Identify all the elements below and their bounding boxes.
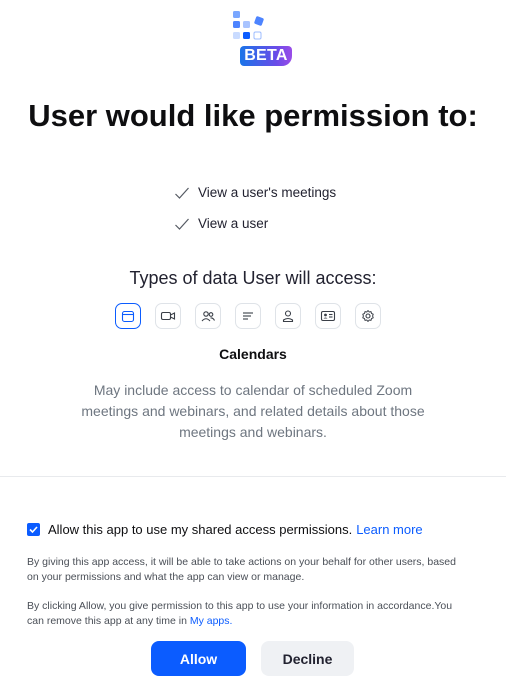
- calendar-icon: [121, 310, 135, 323]
- data-type-text[interactable]: [235, 303, 261, 329]
- data-types-title: Types of data User will access:: [129, 268, 377, 288]
- permission-item: View a user: [174, 216, 268, 231]
- id-card-icon: [320, 310, 336, 322]
- data-type-meetings[interactable]: [155, 303, 181, 329]
- my-apps-link[interactable]: My apps.: [190, 615, 233, 627]
- shared-access-checkbox-label: Allow this app to use my shared access p…: [48, 522, 353, 537]
- checkmark-icon: [29, 526, 38, 534]
- beta-badge: BETA: [240, 46, 292, 66]
- allow-note: By clicking Allow, you give permission t…: [27, 599, 467, 629]
- user-icon: [282, 310, 294, 323]
- contacts-icon: [201, 311, 215, 322]
- data-type-contacts[interactable]: [195, 303, 221, 329]
- data-type-user[interactable]: [275, 303, 301, 329]
- permission-label: View a user's meetings: [198, 185, 337, 200]
- permission-label: View a user: [198, 216, 269, 231]
- data-type-settings[interactable]: [355, 303, 381, 329]
- shared-access-checkbox[interactable]: [27, 523, 40, 536]
- allow-note-text: By clicking Allow, you give permission t…: [27, 600, 453, 627]
- text-lines-icon: [243, 312, 253, 320]
- selected-data-type-title: Calendars: [219, 346, 287, 362]
- check-icon: [175, 218, 189, 230]
- allow-button[interactable]: Allow: [151, 641, 246, 676]
- settings-gear-icon: [362, 310, 374, 322]
- check-icon: [175, 187, 189, 199]
- divider: [0, 476, 506, 477]
- learn-more-link[interactable]: Learn more: [356, 522, 422, 537]
- data-type-calendars[interactable]: [115, 303, 141, 329]
- app-logo-mark-icon: [233, 11, 264, 40]
- shared-access-consent: Allow this app to use my shared access p…: [27, 522, 423, 537]
- access-note: By giving this app access, it will be ab…: [27, 556, 456, 583]
- data-type-profile[interactable]: [315, 303, 341, 329]
- page-title: User would like permission to:: [28, 98, 478, 133]
- data-type-icons: [115, 303, 381, 329]
- decline-button[interactable]: Decline: [261, 641, 354, 676]
- video-camera-icon: [160, 311, 176, 321]
- selected-data-type-description: May include access to calendar of schedu…: [81, 382, 425, 440]
- permission-item: View a user's meetings: [174, 185, 336, 200]
